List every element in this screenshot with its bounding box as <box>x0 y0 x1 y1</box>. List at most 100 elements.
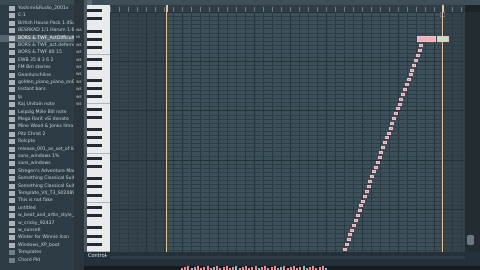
note[interactable] <box>390 121 395 125</box>
velocity-bar[interactable] <box>293 266 295 270</box>
note[interactable] <box>408 73 413 77</box>
sidebar-item[interactable]: Templates <box>0 249 74 256</box>
sidebar-item[interactable]: British House Pack 1.4Sub <box>0 20 74 27</box>
sidebar-item[interactable]: release_001_as_set_of line <box>0 146 74 153</box>
black-key[interactable] <box>87 185 102 189</box>
note[interactable] <box>395 107 400 111</box>
time-ruler[interactable] <box>110 5 465 12</box>
velocity-bar[interactable] <box>273 266 276 270</box>
note[interactable] <box>370 175 375 179</box>
note[interactable] <box>348 233 353 237</box>
velocity-bar[interactable] <box>254 266 257 270</box>
sidebar-item[interactable]: Winter for Winnie Icon <box>0 234 74 241</box>
sidebar-item[interactable]: BESRKAD 1/1 Harum 1.6Sub <box>0 27 74 34</box>
note[interactable] <box>353 218 358 222</box>
sidebar-item[interactable]: sans_windows <box>0 160 74 167</box>
sidebar-item[interactable]: FM Bm stories <box>0 64 74 71</box>
black-key[interactable] <box>87 164 102 168</box>
note[interactable] <box>366 184 371 188</box>
note[interactable] <box>437 36 449 42</box>
sidebar-item[interactable]: C-1 <box>0 12 74 19</box>
note[interactable] <box>404 83 409 87</box>
black-key[interactable] <box>87 234 102 238</box>
black-key[interactable] <box>87 214 102 218</box>
black-key[interactable] <box>87 95 102 99</box>
sidebar-item[interactable]: sans_windows 1% <box>0 153 74 160</box>
sidebar-item[interactable]: Mega Rarit vSi denote <box>0 116 74 123</box>
loop-marker[interactable] <box>166 5 168 12</box>
note[interactable] <box>363 194 368 198</box>
black-key[interactable] <box>87 37 102 41</box>
velocity-bar[interactable] <box>216 266 219 270</box>
sidebar-item[interactable]: Instant bars <box>0 86 74 93</box>
sidebar-item[interactable]: This is not fake <box>0 197 74 204</box>
note[interactable] <box>412 63 417 67</box>
note[interactable] <box>346 238 351 242</box>
note[interactable] <box>357 209 362 213</box>
horizontal-scrollbar[interactable] <box>110 256 465 259</box>
black-key[interactable] <box>87 66 102 70</box>
note[interactable] <box>417 36 436 42</box>
note[interactable] <box>406 78 411 82</box>
note[interactable] <box>377 155 382 159</box>
sidebar-item[interactable]: Chord Pld <box>0 257 74 264</box>
note[interactable] <box>388 126 393 130</box>
velocity-bar[interactable] <box>302 266 305 270</box>
sidebar-item[interactable]: w_cricky_92437 <box>0 220 74 227</box>
black-key[interactable] <box>87 107 102 111</box>
black-key[interactable] <box>87 87 102 90</box>
sidebar-item[interactable]: Mine Wood & Jonks lima <box>0 123 74 130</box>
velocity-bar[interactable] <box>225 266 228 270</box>
velocity-bar[interactable] <box>197 266 199 270</box>
control-label[interactable]: Control <box>88 253 106 259</box>
note[interactable] <box>397 102 402 106</box>
note[interactable] <box>410 68 415 72</box>
sidebar-item[interactable]: Stregen's Adventure Mar <box>0 168 74 175</box>
sidebar-item[interactable]: BORS & TWF 80 15 <box>0 49 74 56</box>
sidebar-item[interactable]: w_sunsetl <box>0 227 74 234</box>
velocity-bar[interactable] <box>312 266 315 270</box>
black-key[interactable] <box>87 205 102 209</box>
note[interactable] <box>364 189 369 193</box>
sidebar-item[interactable]: Leipzig Mille Bill note <box>0 109 74 116</box>
note[interactable] <box>372 170 377 174</box>
note[interactable] <box>379 151 384 154</box>
black-key[interactable] <box>87 144 102 148</box>
black-key[interactable] <box>87 78 102 82</box>
sidebar-item[interactable]: EWB 35 8 3 6 2 <box>0 57 74 64</box>
note[interactable] <box>401 92 406 96</box>
black-key[interactable] <box>87 242 102 246</box>
note[interactable] <box>359 204 364 208</box>
sidebar-item[interactable]: BORS & TWF_act.deferred <box>0 42 74 49</box>
sidebar-item[interactable]: Windows_XP_boot <box>0 242 74 249</box>
note[interactable] <box>386 131 391 135</box>
sidebar-item[interactable]: lp <box>0 94 74 101</box>
sidebar-item[interactable]: Template_V4_T3_S024895 <box>0 190 74 197</box>
velocity-bar[interactable] <box>245 266 247 270</box>
black-key[interactable] <box>87 115 102 119</box>
note[interactable] <box>355 214 360 218</box>
note[interactable] <box>417 49 422 53</box>
sidebar-item[interactable]: BORS & TWF_ActDifficult <box>0 34 74 42</box>
black-key[interactable] <box>87 9 102 13</box>
black-key[interactable] <box>87 136 102 140</box>
black-key[interactable] <box>87 17 102 21</box>
note[interactable] <box>375 160 380 164</box>
velocity-bar[interactable] <box>235 266 238 270</box>
vertical-scroll-thumb[interactable] <box>467 235 474 245</box>
sidebar-item[interactable]: golden_piano_piano_on00 <box>0 79 74 86</box>
velocity-bar[interactable] <box>264 266 267 270</box>
note[interactable] <box>415 54 420 57</box>
note[interactable] <box>361 199 366 203</box>
note[interactable] <box>399 97 404 101</box>
resize-corner-icon[interactable]: ⬚ <box>440 11 446 18</box>
note[interactable] <box>383 141 388 145</box>
black-key[interactable] <box>87 46 102 49</box>
black-key[interactable] <box>87 177 102 181</box>
velocity-bar[interactable] <box>206 266 209 270</box>
black-key[interactable] <box>87 128 102 131</box>
vertical-scrollbar[interactable] <box>465 12 480 252</box>
note[interactable] <box>350 228 355 232</box>
note[interactable] <box>392 117 397 121</box>
black-key[interactable] <box>87 156 102 160</box>
